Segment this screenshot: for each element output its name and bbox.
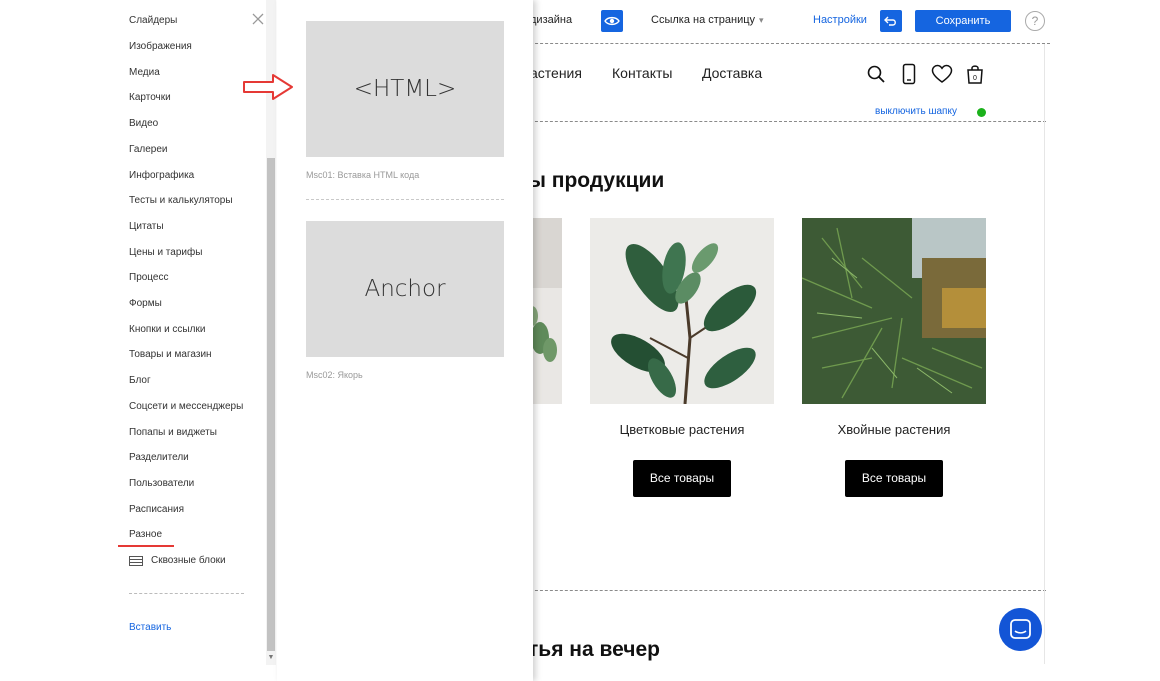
sidebar-item-popups[interactable]: Попапы и виджеты [129,427,217,438]
header-status-dot [977,108,986,117]
through-blocks-link[interactable]: Сквозные блоки [151,555,226,566]
sidebar-item-shop[interactable]: Товары и магазин [129,349,212,360]
nav-item-delivery[interactable]: Доставка [702,65,762,81]
products-section-title: ы продукции [528,169,665,192]
layers-icon [129,556,143,566]
cart-count: 0 [973,75,977,82]
block-card-html[interactable]: <HTML> [306,21,504,157]
pointer-arrow-icon [243,74,293,100]
block-library-sidebar: Слайдеры Изображения Медиа Карточки Виде… [0,0,266,681]
eye-icon [604,16,620,26]
help-button[interactable]: ? [1025,11,1045,31]
disable-header-link[interactable]: выключить шапку [875,106,957,117]
settings-link[interactable]: Настройки [813,14,867,26]
product-title: Цветковые растения [619,422,745,437]
sidebar-item-schedules[interactable]: Расписания [129,504,184,515]
sidebar-item-images[interactable]: Изображения [129,41,192,52]
sidebar-item-users[interactable]: Пользователи [129,478,194,489]
sidebar-item-galleries[interactable]: Галереи [129,144,168,155]
design-label[interactable]: дизайна [530,14,572,26]
all-products-button[interactable]: Все товары [633,460,731,497]
scrollbar-thumb[interactable] [267,158,275,651]
sidebar-item-prices[interactable]: Цены и тарифы [129,247,202,258]
chevron-down-icon: ▾ [759,15,764,25]
sidebar-item-quotes[interactable]: Цитаты [129,221,164,232]
block-divider [520,590,1046,591]
sidebar-item-buttons[interactable]: Кнопки и ссылки [129,324,205,335]
sidebar-item-misc[interactable]: Разное [129,529,162,540]
sidebar-item-social[interactable]: Соцсети и мессенджеры [129,401,243,412]
sidebar-item-process[interactable]: Процесс [129,272,169,283]
sidebar-item-blog[interactable]: Блог [129,375,151,386]
sidebar-item-media[interactable]: Медиа [129,67,160,78]
sidebar-item-forms[interactable]: Формы [129,298,162,309]
preview-divider [306,199,504,200]
heart-icon[interactable] [930,62,954,86]
sidebar-item-infographics[interactable]: Инфографика [129,170,194,181]
all-products-button[interactable]: Все товары [845,460,943,497]
product-image-flowering[interactable] [590,218,774,404]
undo-icon [884,16,896,26]
save-button[interactable]: Сохранить [915,10,1011,32]
block-preview-label: Anchor [364,276,446,302]
cart-icon[interactable]: 0 [963,62,987,86]
chat-icon [1010,619,1031,639]
sidebar-divider [129,593,244,594]
insert-link[interactable]: Вставить [129,622,171,633]
sidebar-item-sliders[interactable]: Слайдеры [129,15,177,26]
page-link-label: Ссылка на страницу [651,14,756,26]
sidebar-item-tests[interactable]: Тесты и калькуляторы [129,195,233,206]
preview-eye-button[interactable] [601,10,623,32]
phone-icon[interactable] [897,62,921,86]
chat-widget-button[interactable] [999,608,1042,651]
evening-section-title: тья на вечер [528,638,660,661]
active-item-underline [118,545,174,547]
block-caption: Msc01: Вставка HTML кода [306,170,420,180]
undo-button[interactable] [880,10,902,32]
rubber-plant-photo [590,218,774,404]
sidebar-item-dividers[interactable]: Разделители [129,452,189,463]
block-caption: Msc02: Якорь [306,370,363,380]
nav-item-contacts[interactable]: Контакты [612,65,672,81]
sidebar-item-video[interactable]: Видео [129,118,158,129]
scroll-down-arrow-icon[interactable]: ▼ [267,654,275,661]
close-icon[interactable] [251,12,265,26]
pine-photo [802,218,986,404]
block-card-anchor[interactable]: Anchor [306,221,504,357]
nav-item-plants[interactable]: астения [530,65,582,81]
product-title: Хвойные растения [837,422,951,437]
page-link-select[interactable]: Ссылка на страницу ▾ [651,14,764,26]
header-divider [520,121,1046,122]
block-preview-label: <HTML> [353,76,457,102]
sidebar-item-cards[interactable]: Карточки [129,92,171,103]
product-image-conifer[interactable] [802,218,986,404]
search-icon[interactable] [864,62,888,86]
canvas-edge [1044,44,1045,664]
